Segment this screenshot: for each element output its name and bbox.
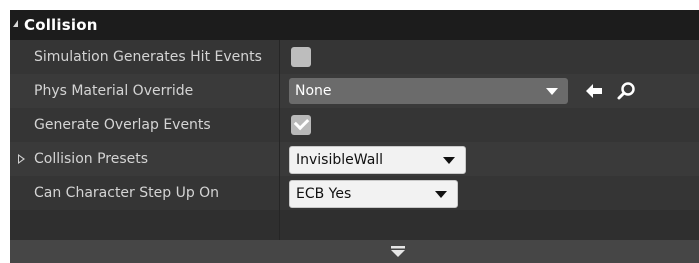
combo-value: None <box>295 83 332 99</box>
property-row-collision-presets: Collision Presets InvisibleWall <box>10 142 699 176</box>
property-label: Can Character Step Up On <box>34 185 220 201</box>
column-divider[interactable] <box>279 40 280 240</box>
phys-material-override-combo[interactable]: None <box>289 78 568 104</box>
property-label: Generate Overlap Events <box>34 117 211 133</box>
advanced-expand-bar[interactable] <box>10 240 699 263</box>
collapse-triangle-icon[interactable] <box>13 20 18 27</box>
property-row-can-character-step-up-on: Can Character Step Up On ECB Yes <box>10 176 699 210</box>
use-selected-button[interactable] <box>583 80 605 102</box>
arrow-left-icon <box>586 84 602 98</box>
property-row-simulation-generates-hit-events: Simulation Generates Hit Events <box>10 40 699 74</box>
section-header[interactable]: Collision <box>10 10 699 40</box>
property-label: Collision Presets <box>34 151 149 167</box>
combo-value: InvisibleWall <box>296 152 384 168</box>
property-label: Phys Material Override <box>34 83 194 99</box>
property-label: Simulation Generates Hit Events <box>34 49 262 65</box>
check-icon <box>293 114 310 131</box>
search-icon <box>617 82 635 100</box>
expand-more-icon <box>391 246 405 257</box>
collision-section: Collision Simulation Generates Hit Event… <box>10 10 699 263</box>
section-title: Collision <box>24 16 98 34</box>
property-row-phys-material-override: Phys Material Override None <box>10 74 699 108</box>
combo-value: ECB Yes <box>296 186 352 202</box>
generate-overlap-events-checkbox[interactable] <box>291 114 311 135</box>
chevron-down-icon <box>435 191 447 198</box>
property-row-generate-overlap-events: Generate Overlap Events <box>10 108 699 142</box>
collision-presets-combo[interactable]: InvisibleWall <box>289 146 466 174</box>
chevron-down-icon <box>443 157 455 164</box>
chevron-down-icon <box>546 88 558 95</box>
details-panel: Collision Simulation Generates Hit Event… <box>0 0 699 263</box>
browse-button[interactable] <box>616 80 638 102</box>
simulation-generates-hit-events-checkbox[interactable] <box>291 47 311 67</box>
expand-triangle-icon[interactable] <box>18 154 25 164</box>
can-character-step-up-on-combo[interactable]: ECB Yes <box>289 180 458 208</box>
